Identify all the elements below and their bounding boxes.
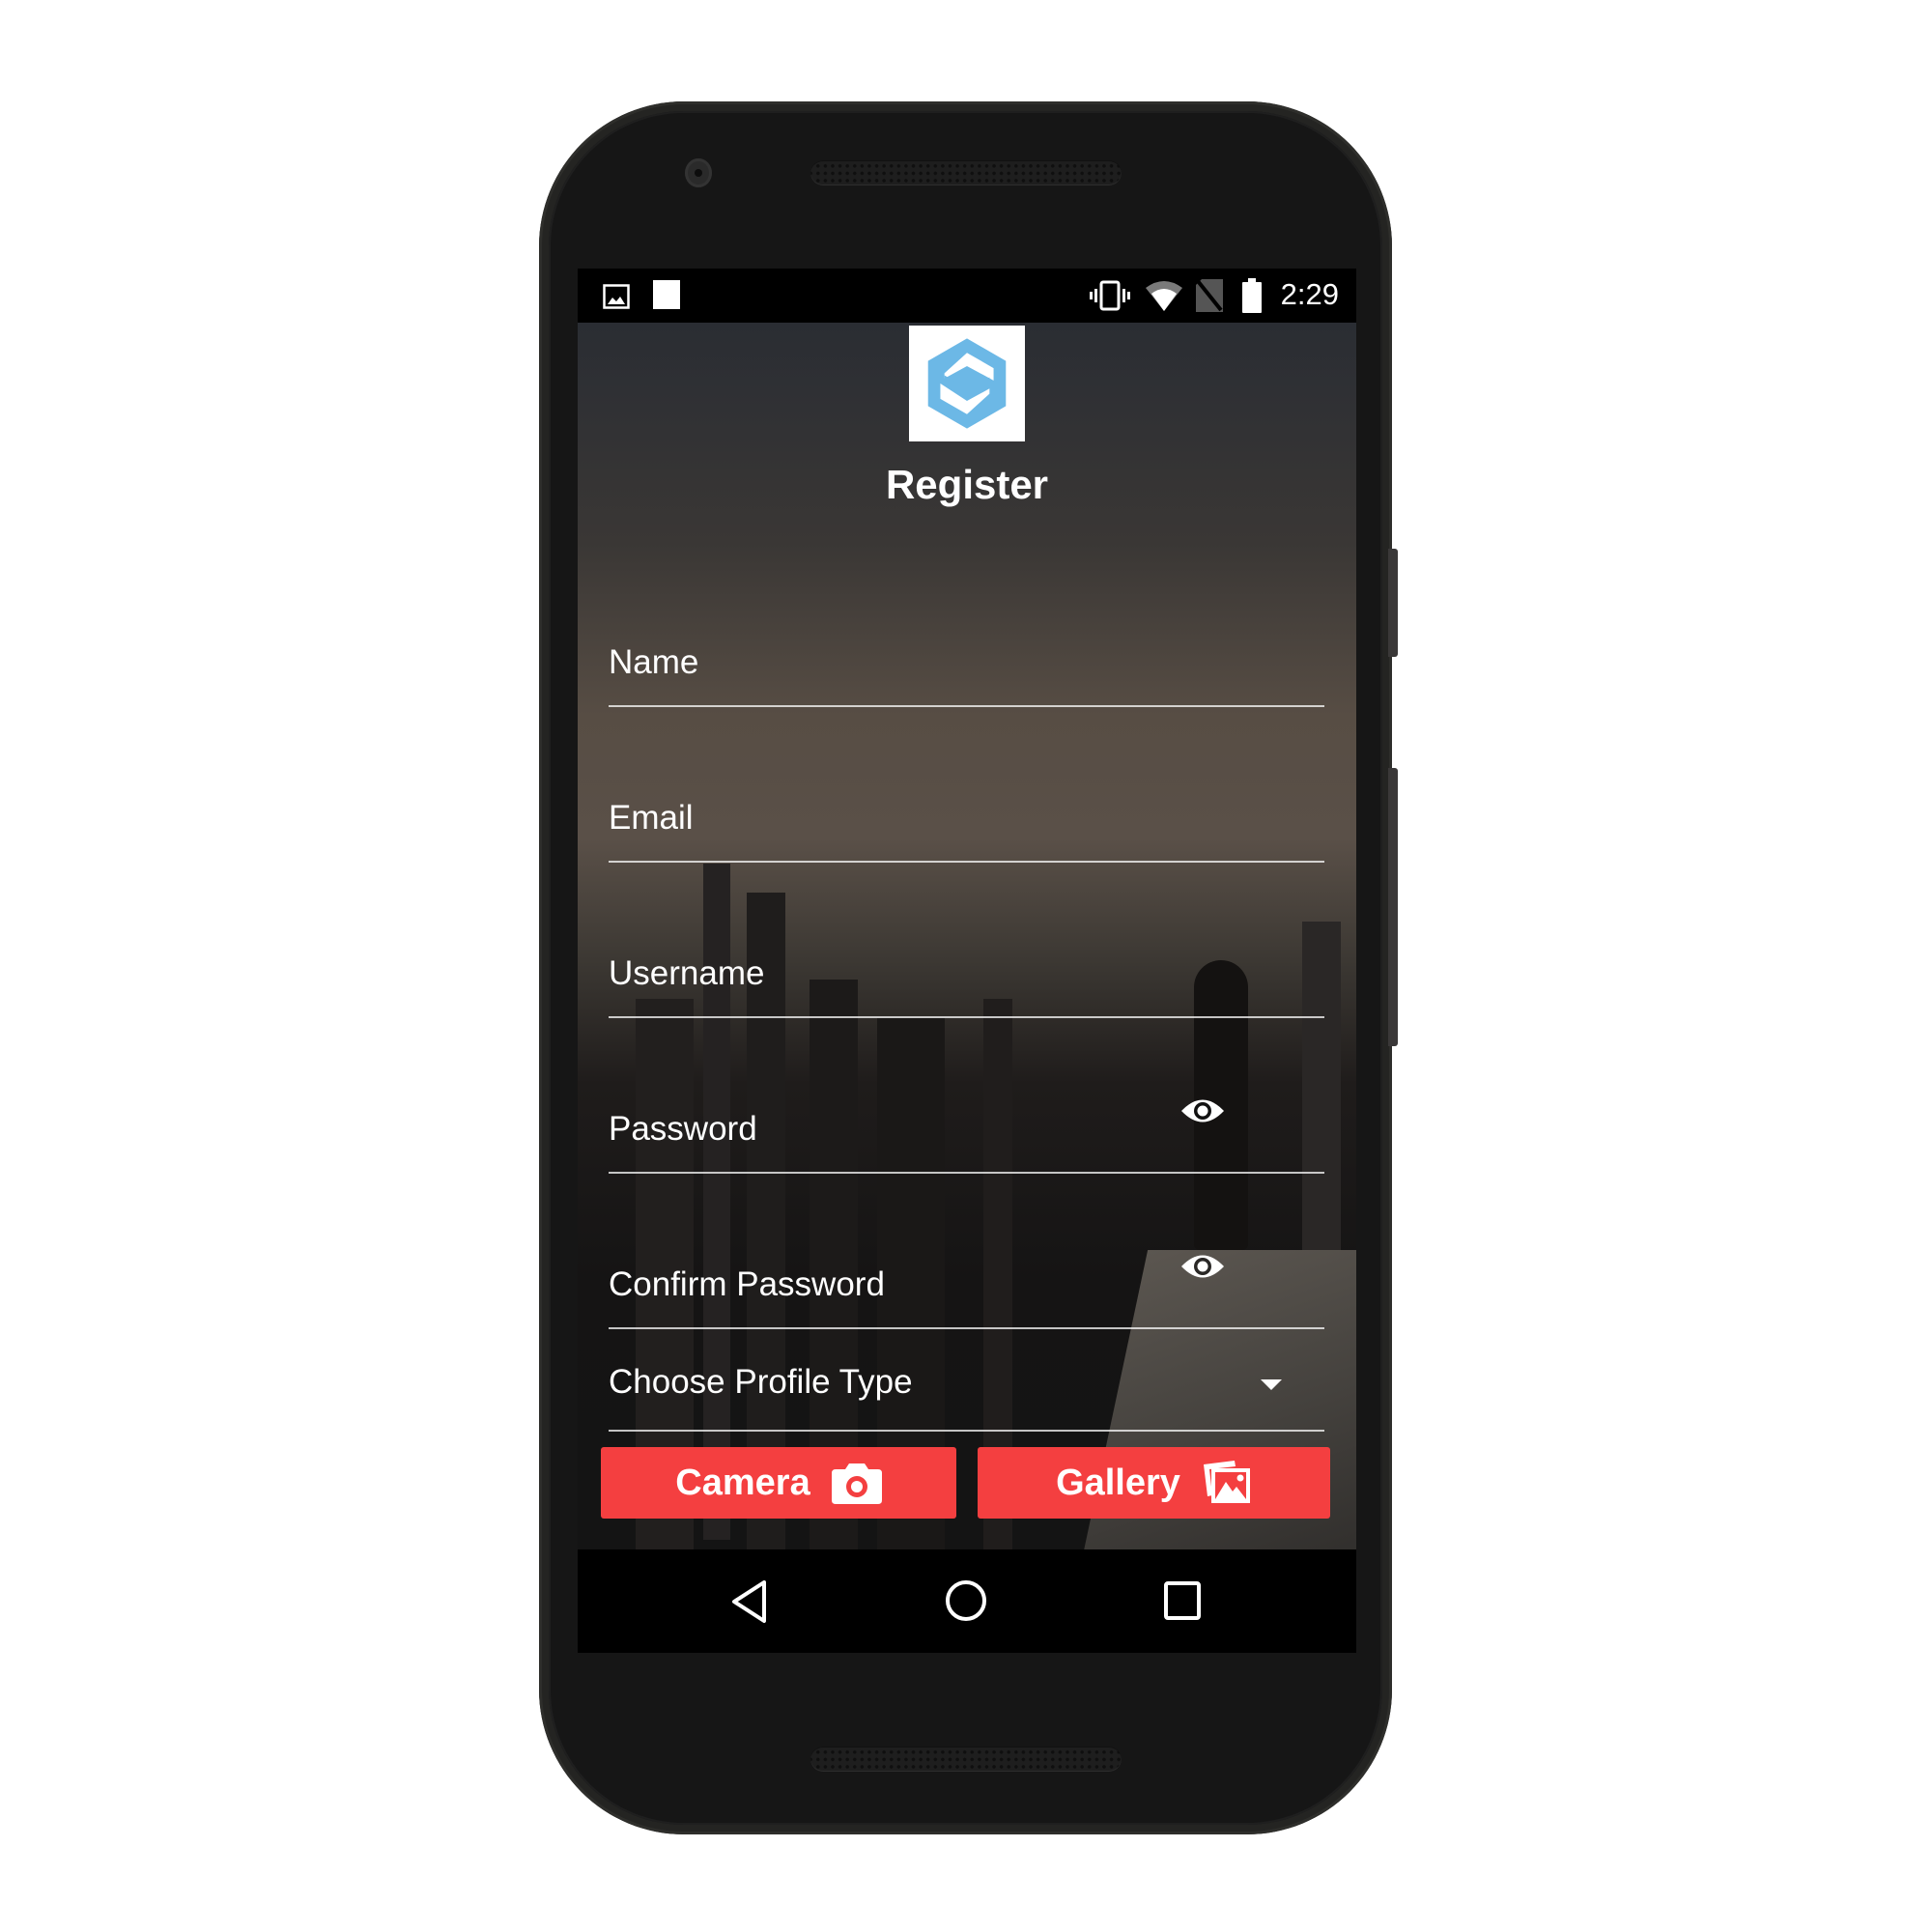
battery-icon [1242,278,1262,313]
name-field[interactable]: Name [609,632,1324,707]
hexagon-s-logo [927,338,1007,429]
password-underline [609,1172,1324,1174]
image-notification-icon [603,284,630,309]
email-underline [609,861,1324,863]
no-sim-icon [1196,279,1223,312]
email-label: Email [609,799,694,837]
camera-icon [831,1463,882,1504]
camera-button[interactable]: Camera [601,1447,956,1519]
recents-icon[interactable] [1163,1580,1202,1621]
username-label: Username [609,954,765,992]
gallery-button[interactable]: Gallery [978,1447,1330,1519]
wifi-icon [1146,281,1182,311]
vibrate-icon [1090,280,1130,311]
register-screen: Register Name Email Username Password Co… [578,323,1356,1549]
dropdown-arrow-icon [1261,1379,1282,1390]
bottom-speaker [810,1747,1122,1772]
navigation-bar [578,1549,1356,1653]
profile-type-label: Choose Profile Type [609,1363,913,1401]
status-bar: 2:29 [578,269,1356,323]
square-notification-icon [653,280,680,309]
screen: 2:29 Register Name Email Username Passwo… [578,269,1356,1653]
eye-icon[interactable] [1179,1250,1226,1283]
name-label: Name [609,643,699,681]
camera-button-label: Camera [675,1462,810,1503]
password-field[interactable]: Password [609,1098,1324,1174]
front-camera [685,158,712,187]
email-field[interactable]: Email [609,787,1324,863]
eye-icon[interactable] [1179,1094,1226,1127]
app-logo [909,326,1025,441]
username-field[interactable]: Username [609,943,1324,1018]
profile-type-dropdown[interactable]: Choose Profile Type [609,1352,1324,1432]
confirm-password-label: Confirm Password [609,1265,885,1303]
status-time: 2:29 [1280,277,1339,311]
page-title: Register [885,462,1049,507]
password-label: Password [609,1110,757,1148]
confirm-password-field[interactable]: Confirm Password [609,1254,1324,1329]
home-icon[interactable] [945,1579,987,1622]
gallery-button-label: Gallery [1056,1462,1180,1503]
power-button [1388,549,1398,657]
earpiece-speaker [810,160,1122,185]
name-underline [609,705,1324,707]
back-icon[interactable] [730,1579,769,1624]
profile-type-underline [609,1430,1324,1432]
gallery-icon [1203,1461,1250,1503]
username-underline [609,1016,1324,1018]
volume-button [1388,768,1398,1046]
confirm-password-underline [609,1327,1324,1329]
